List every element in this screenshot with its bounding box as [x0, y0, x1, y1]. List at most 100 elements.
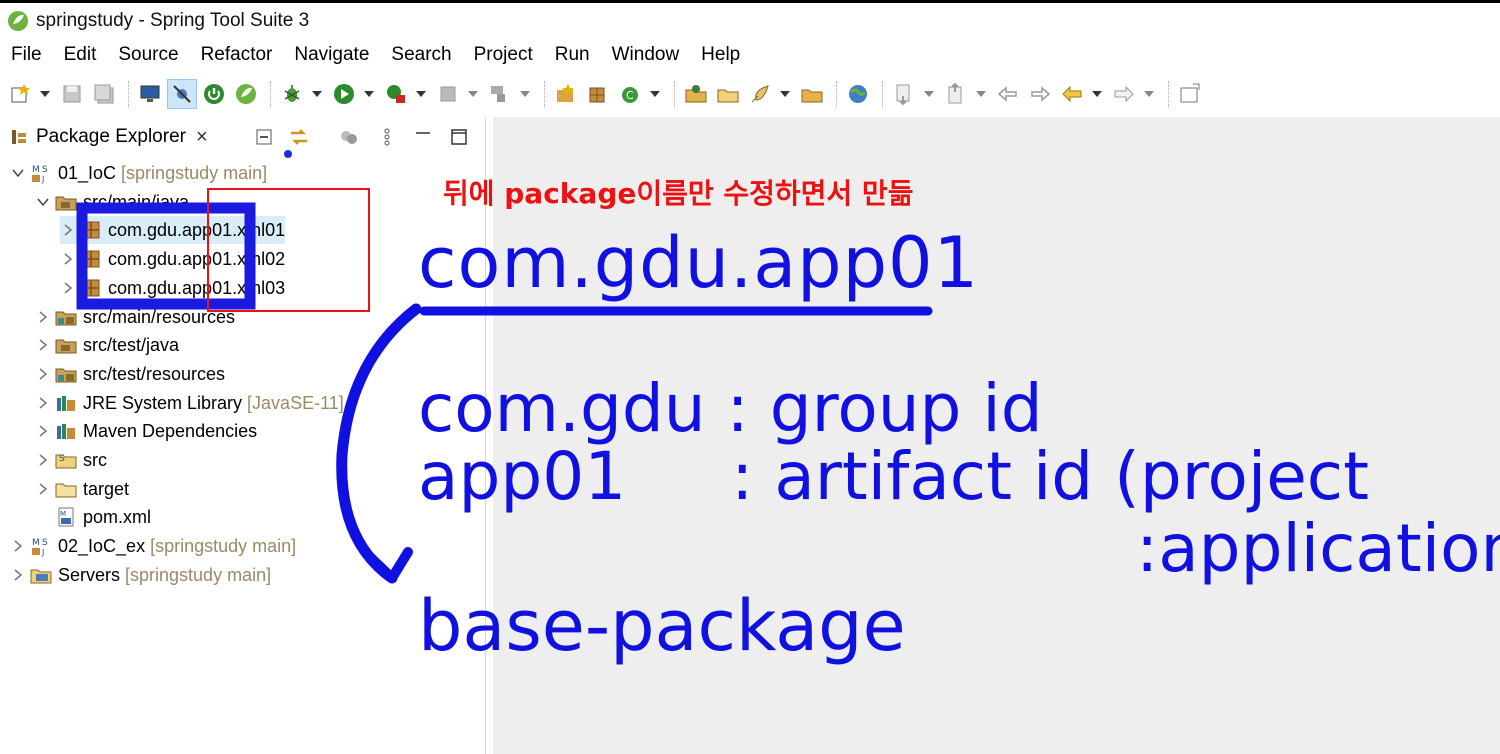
chevron-down-icon[interactable] — [10, 165, 26, 181]
tree-item[interactable]: Maven Dependencies — [35, 417, 257, 445]
new-class-button[interactable]: C — [616, 80, 644, 108]
menu-search[interactable]: Search — [380, 44, 462, 66]
run-button[interactable] — [330, 80, 358, 108]
menu-window[interactable]: Window — [601, 44, 691, 66]
save-all-button[interactable] — [90, 80, 118, 108]
chevron-right-icon[interactable] — [60, 280, 76, 296]
menu-refactor[interactable]: Refactor — [190, 44, 284, 66]
open-task-dropdown[interactable] — [778, 80, 792, 108]
deploy-button[interactable] — [486, 80, 514, 108]
menu-run[interactable]: Run — [544, 44, 601, 66]
tree-item[interactable]: JRE System Library [JavaSE-11] — [35, 389, 344, 417]
debug-button[interactable] — [278, 80, 306, 108]
chevron-right-icon[interactable] — [35, 366, 51, 382]
menu-edit[interactable]: Edit — [53, 44, 108, 66]
chevron-right-icon[interactable] — [35, 452, 51, 468]
main-toolbar: C — [0, 71, 1500, 117]
toolbar-separator — [128, 81, 130, 107]
previous-annotation-button[interactable] — [942, 80, 970, 108]
open-resource-button[interactable] — [714, 80, 742, 108]
open-project-button[interactable] — [798, 80, 826, 108]
chevron-down-icon[interactable] — [35, 194, 51, 210]
tree-item[interactable]: Ssrc — [35, 446, 107, 474]
forward-dropdown[interactable] — [1142, 80, 1156, 108]
stop-button[interactable] — [434, 80, 462, 108]
tree-item[interactable]: src/main/java — [35, 188, 189, 216]
maximize-button[interactable] — [447, 125, 471, 149]
open-perspective-button[interactable] — [1176, 80, 1204, 108]
menu-help[interactable]: Help — [690, 44, 751, 66]
menu-project[interactable]: Project — [463, 44, 544, 66]
tree-item[interactable]: Mpom.xml — [35, 503, 151, 531]
package-icon — [80, 277, 102, 299]
chevron-right-icon[interactable] — [60, 251, 76, 267]
tree-item[interactable]: src/test/java — [35, 331, 179, 359]
chevron-right-icon[interactable] — [10, 538, 26, 554]
tree-item[interactable]: src/test/resources — [35, 360, 225, 388]
open-type-button[interactable] — [682, 80, 710, 108]
forward-edit-button[interactable] — [1026, 80, 1054, 108]
tree-item[interactable]: src/main/resources — [35, 303, 235, 331]
svg-text:M: M — [60, 510, 66, 518]
run-external-button[interactable] — [382, 80, 410, 108]
svg-text:S: S — [59, 454, 65, 464]
new-package-button[interactable] — [584, 80, 612, 108]
close-icon[interactable]: × — [196, 126, 208, 149]
folder-icon — [55, 478, 77, 500]
menu-navigate[interactable]: Navigate — [283, 44, 380, 66]
next-annotation-dropdown[interactable] — [922, 80, 936, 108]
save-button[interactable] — [58, 80, 86, 108]
tree-item-decoration: [springstudy main] — [150, 535, 297, 556]
tree-item[interactable]: target — [35, 475, 129, 503]
stop-dropdown[interactable] — [466, 80, 480, 108]
chevron-right-icon[interactable] — [35, 481, 51, 497]
back-button[interactable] — [1058, 80, 1086, 108]
spring-dashboard-button[interactable] — [232, 80, 260, 108]
focus-button[interactable] — [337, 125, 361, 149]
tree-item[interactable]: Servers [springstudy main] — [10, 561, 271, 589]
play-icon — [334, 84, 354, 104]
forward-button[interactable] — [1110, 80, 1138, 108]
tree-item[interactable]: M S J 01_IoC [springstudy main] — [10, 159, 267, 187]
view-menu-button[interactable] — [375, 125, 399, 149]
open-task-button[interactable] — [746, 80, 774, 108]
chevron-right-icon[interactable] — [35, 337, 51, 353]
minimize-button[interactable] — [411, 125, 435, 149]
menu-file[interactable]: File — [0, 44, 53, 66]
last-edit-button[interactable] — [994, 80, 1022, 108]
tree-item[interactable]: com.gdu.app01.xml01 — [60, 216, 286, 244]
package-explorer-title: Package Explorer — [36, 126, 186, 147]
new-class-dropdown[interactable] — [648, 80, 662, 108]
chevron-right-icon[interactable] — [60, 222, 76, 238]
spring-boot-button[interactable] — [200, 80, 228, 108]
toolbar-separator — [1168, 81, 1170, 107]
previous-annotation-dropdown[interactable] — [974, 80, 988, 108]
link-with-editor-button[interactable] — [287, 125, 311, 149]
chevron-right-icon[interactable] — [10, 567, 26, 583]
terminal-button[interactable] — [136, 80, 164, 108]
collapse-all-button[interactable] — [253, 125, 277, 149]
chevron-right-icon[interactable] — [35, 395, 51, 411]
run-dropdown[interactable] — [362, 80, 376, 108]
tree-item[interactable]: M S J 02_IoC_ex [springstudy main] — [10, 532, 296, 560]
deploy-dropdown[interactable] — [518, 80, 532, 108]
new-java-project-button[interactable] — [552, 80, 580, 108]
next-annotation-button[interactable] — [890, 80, 918, 108]
web-browser-button[interactable] — [844, 80, 872, 108]
title-bar: springstudy - Spring Tool Suite 3 — [0, 3, 1500, 39]
skip-breakpoints-button[interactable] — [167, 79, 197, 109]
menu-source[interactable]: Source — [107, 44, 189, 66]
run-external-dropdown[interactable] — [414, 80, 428, 108]
last-edit-icon — [997, 86, 1017, 102]
chevron-down-icon — [976, 91, 986, 97]
chevron-right-icon[interactable] — [35, 423, 51, 439]
tree-item[interactable]: com.gdu.app01.xml03 — [60, 274, 285, 302]
new-button[interactable] — [6, 80, 34, 108]
back-dropdown[interactable] — [1090, 80, 1104, 108]
tree-item[interactable]: com.gdu.app01.xml02 — [60, 245, 285, 273]
debug-dropdown[interactable] — [310, 80, 324, 108]
package-explorer-tab[interactable]: Package Explorer × — [0, 117, 218, 157]
chevron-right-icon[interactable] — [35, 309, 51, 325]
new-dropdown[interactable] — [38, 80, 52, 108]
